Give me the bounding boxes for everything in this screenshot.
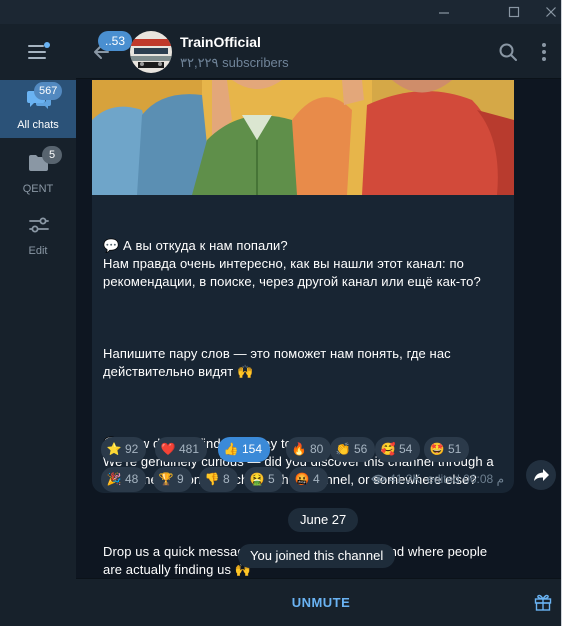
menu-button[interactable] <box>28 42 50 60</box>
thumbs-up-icon: 👍 <box>223 442 239 456</box>
message-list[interactable]: 💬 А вы откуда к нам попали? Нам правда о… <box>76 80 561 578</box>
view-count: 41.2K <box>389 472 421 486</box>
menu-bar-icon <box>28 51 46 53</box>
channel-post[interactable]: 💬 А вы откуда к нам попали? Нам правда о… <box>92 80 514 577</box>
channel-title[interactable]: TrainOfficial <box>180 34 261 50</box>
chat-header: ..53 TrainOfficial ۳۲,۲۲۹ subscribers <box>76 24 561 79</box>
forward-button[interactable] <box>526 460 556 490</box>
star-icon: ⭐ <box>106 442 122 456</box>
reaction-angry[interactable]: 🤬 4 <box>289 467 328 492</box>
reaction-fire[interactable]: 🔥 80 <box>286 437 332 462</box>
fire-icon: 🔥 <box>291 442 307 456</box>
folder-label: Edit <box>28 245 48 257</box>
reaction-count: 51 <box>448 442 462 456</box>
unread-count-badge: 5 <box>42 146 62 164</box>
channel-avatar[interactable] <box>130 31 172 73</box>
title-bar <box>0 0 561 24</box>
reaction-heart[interactable]: ❤️ 481 <box>155 437 208 462</box>
kebab-menu-icon <box>542 43 546 61</box>
sliders-icon <box>29 217 49 233</box>
search-button[interactable] <box>497 41 519 63</box>
share-arrow-icon <box>534 469 549 481</box>
reaction-star-struck[interactable]: 🤩 51 <box>424 437 470 462</box>
unread-count-badge: 567 <box>34 82 63 100</box>
gift-button[interactable] <box>533 592 553 612</box>
folder-edit[interactable]: Edit <box>0 206 76 264</box>
trophy-icon: 🏆 <box>158 472 174 486</box>
reaction-clap[interactable]: 👏 56 <box>330 437 376 462</box>
post-paragraph: Напишите пару слов — это поможет нам пон… <box>103 345 507 381</box>
smiling-face-hearts-icon: 🥰 <box>380 442 396 456</box>
reaction-thumbs-up[interactable]: 👍 154 <box>218 437 271 462</box>
more-options-button[interactable] <box>539 41 549 63</box>
maximize-icon[interactable] <box>496 0 532 24</box>
minimize-icon[interactable] <box>426 0 462 24</box>
gift-icon <box>534 594 552 611</box>
unread-dot-icon <box>44 42 50 48</box>
unread-count-badge: ..53 <box>98 31 133 51</box>
post-paragraph: 💬 А вы откуда к нам попали? Нам правда о… <box>103 237 507 291</box>
reaction-vomit[interactable]: 🤮 5 <box>244 467 283 492</box>
edited-time: edited 06:08 م <box>427 472 504 486</box>
folder-sidebar: 567 All chats 5 QENT Edit <box>0 24 76 626</box>
reaction-party[interactable]: 🎉 48 <box>101 467 147 492</box>
angry-face-icon: 🤬 <box>294 472 310 486</box>
reaction-smiling-hearts[interactable]: 🥰 54 <box>375 437 421 462</box>
post-line: are actually finding us 🙌 <box>103 562 252 577</box>
menu-bar-icon <box>28 45 44 47</box>
avatar-image <box>130 31 172 73</box>
post-image[interactable] <box>92 80 514 195</box>
illustration-image <box>92 80 514 195</box>
star-struck-icon: 🤩 <box>429 442 445 456</box>
menu-bar-icon <box>28 57 46 59</box>
folder-label: QENT <box>22 183 54 195</box>
reaction-count: 154 <box>242 442 263 456</box>
reaction-count: 56 <box>354 442 368 456</box>
unmute-button[interactable]: UNMUTE <box>256 579 386 626</box>
heart-icon: ❤️ <box>160 442 176 456</box>
reaction-count: 80 <box>310 442 324 456</box>
reaction-count: 4 <box>313 472 320 486</box>
post-line: Напишите пару слов — это поможет нам пон… <box>103 346 451 361</box>
reaction-count: 48 <box>125 472 139 486</box>
folder-qent[interactable]: 5 QENT <box>0 144 76 202</box>
eye-icon <box>371 474 387 484</box>
post-line: Нам правда очень интересно, как вы нашли… <box>103 256 464 271</box>
thumbs-down-icon: 👎 <box>204 472 220 486</box>
party-popper-icon: 🎉 <box>106 472 122 486</box>
folder-all-chats[interactable]: 567 All chats <box>0 80 76 138</box>
post-line: действительно видят 🙌 <box>103 364 254 379</box>
reaction-count: 481 <box>179 442 200 456</box>
vomiting-face-icon: 🤮 <box>249 472 265 486</box>
subscriber-count: ۳۲,۲۲۹ subscribers <box>180 55 289 70</box>
search-icon <box>499 43 517 61</box>
post-line: рекомендации, в поиске, через другой кан… <box>103 274 481 289</box>
reaction-count: 92 <box>125 442 139 456</box>
clapping-hands-icon: 👏 <box>335 442 351 456</box>
post-meta: 41.2K edited 06:08 م <box>371 472 504 486</box>
reaction-count: 5 <box>268 472 275 486</box>
reaction-trophy[interactable]: 🏆 9 <box>153 467 192 492</box>
reaction-star[interactable]: ⭐ 92 <box>101 437 147 462</box>
joined-notice: You joined this channel <box>238 544 396 568</box>
app-window: 567 All chats 5 QENT Edit ..53 TrainOffi… <box>0 0 562 626</box>
close-icon[interactable] <box>533 0 561 24</box>
date-separator: June 27 <box>288 508 359 532</box>
bottom-bar: UNMUTE <box>76 578 561 626</box>
reaction-count: 9 <box>177 472 184 486</box>
post-line: 💬 А вы откуда к нам попали? <box>103 238 288 253</box>
reaction-count: 8 <box>223 472 230 486</box>
reaction-thumbs-down[interactable]: 👎 8 <box>199 467 238 492</box>
reaction-count: 54 <box>399 442 413 456</box>
folder-label: All chats <box>17 119 59 131</box>
